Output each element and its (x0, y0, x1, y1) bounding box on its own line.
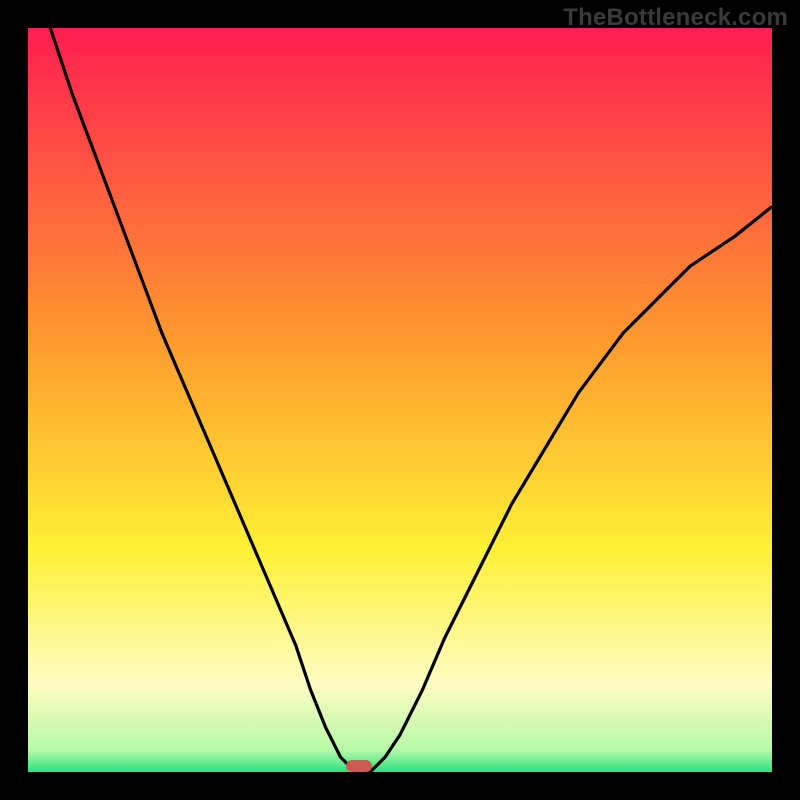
watermark-text: TheBottleneck.com (563, 4, 788, 32)
bottleneck-curve (28, 28, 772, 772)
chart-frame: TheBottleneck.com (0, 0, 800, 800)
plot-area (28, 28, 772, 772)
optimal-marker (346, 760, 372, 772)
